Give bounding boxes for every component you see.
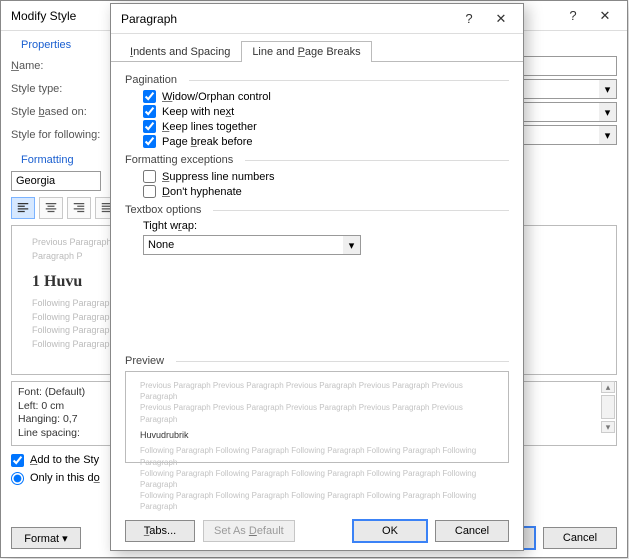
close-icon[interactable]: ✕ [485, 7, 517, 31]
widow-orphan-label: Widow/Orphan control [162, 91, 271, 103]
name-label: Name: [11, 60, 121, 72]
tabs-button[interactable]: Tabs... [125, 520, 195, 542]
preview-follow-line3: Following Paragraph Following Paragraph … [140, 490, 494, 512]
align-center-button[interactable] [39, 197, 63, 219]
paragraph-preview-box: Previous Paragraph Previous Paragraph Pr… [125, 371, 509, 463]
help-icon[interactable]: ? [557, 4, 589, 28]
set-default-button[interactable]: Set As Default [203, 520, 295, 542]
page-break-label: Page break before [162, 136, 253, 148]
paragraph-titlebar: Paragraph ? ✕ [111, 4, 523, 34]
preview-prev-line1: Previous Paragraph Previous Paragraph Pr… [140, 380, 494, 402]
paragraph-cancel-button[interactable]: Cancel [435, 520, 509, 542]
suppress-line-numbers-checkbox[interactable] [143, 170, 156, 183]
basedon-label: Style based on: [11, 106, 121, 118]
align-left-button[interactable] [11, 197, 35, 219]
modify-style-title: Modify Style [11, 9, 76, 23]
close-icon[interactable]: ✕ [589, 4, 621, 28]
tab-indents-spacing[interactable]: Indents and Spacing [119, 41, 241, 62]
formatting-exceptions-label: Formatting exceptions [125, 154, 233, 166]
scroll-down-icon[interactable]: ▾ [601, 421, 615, 433]
font-family-select[interactable] [11, 171, 101, 191]
preview-main-text: Huvudrubrik [140, 429, 494, 442]
chevron-down-icon[interactable]: ▾ [599, 102, 617, 122]
preview-label: Preview [125, 355, 164, 367]
keep-lines-label: Keep lines together [162, 121, 257, 133]
align-right-button[interactable] [67, 197, 91, 219]
keep-with-next-label: Keep with next [162, 106, 234, 118]
add-to-styles-label: Add to the Sty [30, 454, 99, 466]
scroll-thumb[interactable] [601, 395, 615, 419]
paragraph-ok-button[interactable]: OK [353, 520, 427, 542]
paragraph-body: Pagination Widow/Orphan control Keep wit… [111, 62, 523, 463]
chevron-down-icon[interactable]: ▾ [599, 125, 617, 145]
format-menu-button[interactable]: Format ▾ [11, 527, 81, 549]
tight-wrap-select[interactable] [143, 235, 343, 255]
tab-line-page-breaks[interactable]: Line and Page Breaks [241, 41, 371, 62]
paragraph-tabs: Indents and Spacing Line and Page Breaks [111, 40, 523, 62]
modify-cancel-button[interactable]: Cancel [543, 527, 617, 549]
styletype-label: Style type: [11, 83, 121, 95]
tight-wrap-label: Tight wrap: [143, 220, 509, 232]
suppress-line-numbers-label: Suppress line numbers [162, 171, 275, 183]
paragraph-dialog: Paragraph ? ✕ Indents and Spacing Line a… [110, 3, 524, 551]
preview-prev-line2: Previous Paragraph Previous Paragraph Pr… [140, 402, 494, 424]
only-this-doc-label: Only in this do [30, 472, 100, 484]
chevron-down-icon[interactable]: ▾ [599, 79, 617, 99]
keep-lines-checkbox[interactable] [143, 120, 156, 133]
preview-follow-line2: Following Paragraph Following Paragraph … [140, 468, 494, 490]
add-to-styles-checkbox[interactable] [11, 454, 24, 467]
pagination-label: Pagination [125, 74, 177, 86]
widow-orphan-checkbox[interactable] [143, 90, 156, 103]
followstyle-label: Style for following: [11, 129, 121, 141]
keep-with-next-checkbox[interactable] [143, 105, 156, 118]
chevron-down-icon[interactable]: ▾ [343, 235, 361, 255]
help-icon[interactable]: ? [453, 7, 485, 31]
only-this-doc-radio[interactable] [11, 472, 24, 485]
paragraph-title: Paragraph [121, 12, 177, 26]
page-break-checkbox[interactable] [143, 135, 156, 148]
textbox-options-label: Textbox options [125, 204, 201, 216]
dont-hyphenate-label: Don't hyphenate [162, 186, 242, 198]
dont-hyphenate-checkbox[interactable] [143, 185, 156, 198]
scroll-up-icon[interactable]: ▴ [601, 381, 615, 393]
preview-follow-line1: Following Paragraph Following Paragraph … [140, 445, 494, 467]
